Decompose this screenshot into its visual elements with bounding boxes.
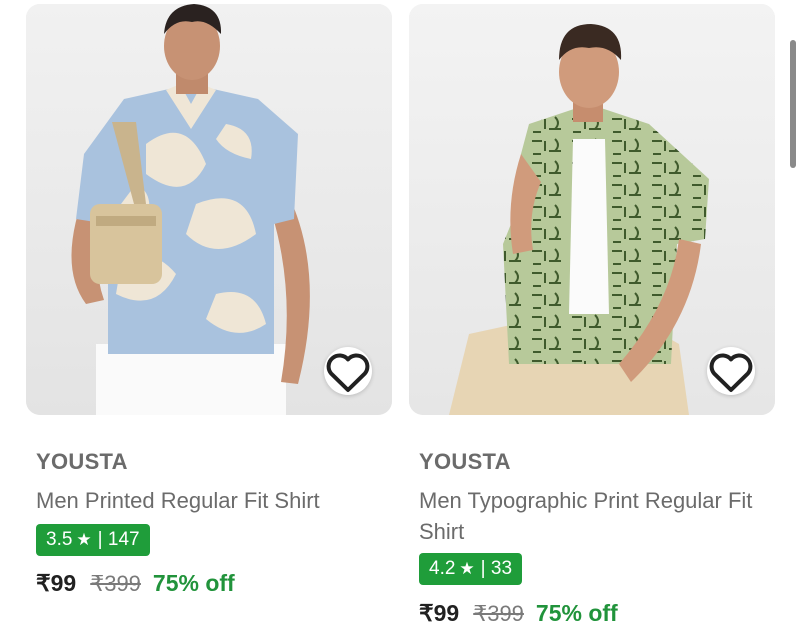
product-brand: YOUSTA bbox=[36, 449, 128, 474]
rating-separator: | bbox=[480, 558, 491, 579]
discount-label: 75% off bbox=[535, 600, 618, 626]
product-title[interactable]: Men Printed Regular Fit Shirt bbox=[36, 485, 386, 516]
discount-label: 75% off bbox=[152, 570, 235, 596]
selling-price: ₹99 bbox=[36, 570, 77, 596]
star-icon: ★ bbox=[459, 559, 475, 578]
price-row: ₹99 ₹399 75% off bbox=[36, 570, 235, 597]
product-card[interactable]: YOUSTA Men Printed Regular Fit Shirt 3.5… bbox=[26, 0, 392, 628]
rating-badge: 3.5 ★ | 147 bbox=[36, 524, 150, 556]
original-price: ₹399 bbox=[473, 601, 524, 626]
original-price: ₹399 bbox=[90, 571, 141, 596]
rating-badge: 4.2 ★ | 33 bbox=[419, 553, 523, 585]
product-image[interactable] bbox=[409, 4, 775, 415]
rating-separator: | bbox=[97, 529, 108, 550]
heart-outline-icon bbox=[709, 353, 753, 392]
star-icon: ★ bbox=[76, 530, 92, 549]
rating-value: 3.5 bbox=[46, 529, 73, 550]
heart-outline-icon bbox=[326, 353, 370, 392]
selling-price: ₹99 bbox=[419, 600, 460, 626]
rating-count: 147 bbox=[107, 529, 140, 550]
product-grid: YOUSTA Men Printed Regular Fit Shirt 3.5… bbox=[0, 0, 800, 628]
product-card[interactable]: YOUSTA Men Typographic Print Regular Fit… bbox=[409, 0, 775, 628]
wishlist-button[interactable] bbox=[324, 347, 372, 395]
rating-count: 33 bbox=[490, 558, 513, 579]
product-brand: YOUSTA bbox=[419, 449, 511, 474]
product-title[interactable]: Men Typographic Print Regular Fit Shirt bbox=[419, 485, 769, 547]
wishlist-button[interactable] bbox=[707, 347, 755, 395]
price-row: ₹99 ₹399 75% off bbox=[419, 600, 618, 627]
scrollbar[interactable] bbox=[790, 40, 796, 168]
rating-value: 4.2 bbox=[429, 558, 456, 579]
product-image[interactable] bbox=[26, 4, 392, 415]
